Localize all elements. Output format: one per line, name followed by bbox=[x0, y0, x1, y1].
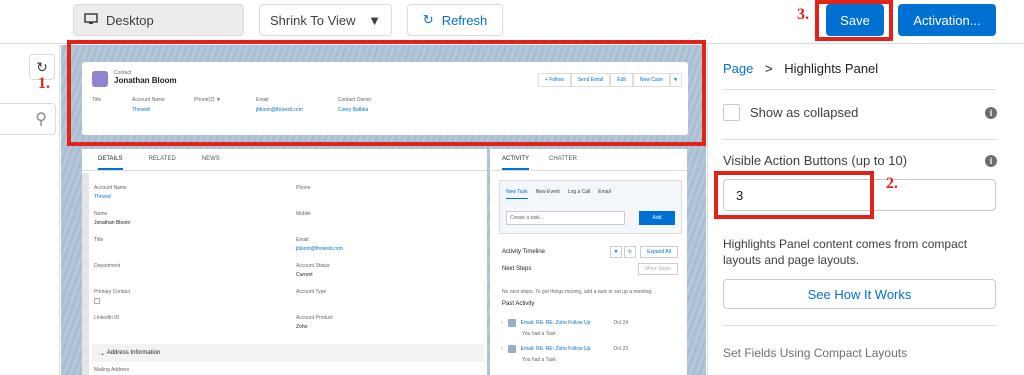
record-detail-card: DETAILS RELATED NEWS Account Name Thrive… bbox=[82, 149, 487, 375]
annotation-number-3: 3. bbox=[797, 6, 809, 23]
tab-related[interactable]: RELATED bbox=[149, 156, 176, 170]
past-activity-label: Past Activity bbox=[502, 301, 535, 307]
tab-details[interactable]: DETAILS bbox=[98, 156, 123, 170]
vab-label: Visible Action Buttons (up to 10) bbox=[723, 153, 908, 168]
address-section-header[interactable]: ⌄ Address Information bbox=[92, 344, 484, 362]
show-collapsed-row: Show as collapsed bbox=[723, 104, 858, 121]
field-account-type: Account Type bbox=[296, 289, 327, 295]
see-how-it-works-button[interactable]: See How It Works bbox=[723, 279, 996, 309]
primary-contact-checkbox bbox=[94, 298, 100, 304]
chevron-right-icon: › bbox=[501, 320, 503, 326]
field-linkedin: LinkedIn ID bbox=[94, 315, 120, 321]
tab-news[interactable]: NEWS bbox=[202, 156, 220, 170]
activity-timeline-label: Activity Timeline bbox=[502, 249, 546, 255]
refresh-icon[interactable]: ↻ bbox=[624, 246, 636, 258]
refresh-label: Refresh bbox=[441, 12, 488, 28]
device-selector[interactable]: Desktop bbox=[73, 4, 244, 36]
email-icon bbox=[507, 345, 516, 353]
tab-activity[interactable]: ACTIVITY bbox=[502, 156, 530, 170]
refresh-button[interactable]: ↻ Refresh bbox=[407, 4, 503, 36]
annotation-box-1 bbox=[67, 40, 706, 146]
field-mobile: Mobile bbox=[296, 211, 311, 217]
divider bbox=[723, 139, 996, 140]
detail-tabs: DETAILS RELATED NEWS bbox=[82, 149, 487, 171]
breadcrumb: Page > Highlights Panel bbox=[723, 61, 878, 76]
activation-button[interactable]: Activation... bbox=[898, 4, 996, 36]
filter-icon[interactable]: ▼ bbox=[610, 246, 622, 258]
activity-sub: You had a Task bbox=[522, 357, 556, 363]
annotation-number-2: 2. bbox=[886, 175, 898, 192]
chevron-right-icon: › bbox=[501, 346, 503, 352]
field-name: Name Jonathan Bloom bbox=[94, 211, 131, 226]
activity-sub: You had a Task bbox=[522, 331, 556, 337]
field-account-product: Account Product Zoho bbox=[296, 315, 333, 330]
email-icon bbox=[507, 319, 516, 327]
activity-tabs: ACTIVITY CHATTER bbox=[490, 149, 687, 171]
next-steps-label: Next Steps bbox=[502, 266, 532, 272]
activity-item[interactable]: › Email: RE: RE: Zoho Follow Up Oct 24 bbox=[501, 319, 628, 327]
scrollbar[interactable] bbox=[82, 173, 89, 375]
no-steps-text: No next steps. To get things moving, add… bbox=[502, 289, 653, 295]
help-text: Highlights Panel content comes from comp… bbox=[723, 237, 968, 267]
breadcrumb-current: Highlights Panel bbox=[784, 61, 879, 76]
expand-all-button[interactable]: Expand All bbox=[640, 246, 678, 258]
more-steps-button[interactable]: More Steps bbox=[638, 263, 678, 275]
component-pane: ↻ ⚲ bbox=[0, 45, 60, 375]
breadcrumb-page-link[interactable]: Page bbox=[723, 61, 753, 76]
subtab-new-task[interactable]: New Task bbox=[506, 189, 528, 199]
chevron-down-icon: ⌄ bbox=[100, 350, 107, 357]
refresh-icon: ↻ bbox=[422, 12, 434, 27]
task-input[interactable]: Create a task... bbox=[506, 211, 625, 225]
show-collapsed-label: Show as collapsed bbox=[750, 105, 859, 120]
subtab-new-event[interactable]: New Event bbox=[536, 189, 560, 199]
breadcrumb-separator: > bbox=[765, 61, 773, 76]
show-collapsed-checkbox[interactable] bbox=[723, 104, 740, 121]
field-email: Email jbloom@thrivedi.com bbox=[296, 237, 343, 252]
section-title: Address Information bbox=[106, 350, 161, 356]
component-search-input[interactable]: ⚲ bbox=[0, 103, 56, 135]
field-phone: Phone bbox=[296, 185, 311, 191]
info-icon[interactable]: i bbox=[985, 155, 997, 167]
divider bbox=[723, 89, 996, 90]
field-primary-contact: Primary Contact bbox=[94, 289, 130, 304]
add-task-button[interactable]: Add bbox=[639, 211, 675, 225]
device-label: Desktop bbox=[106, 12, 154, 28]
annotation-box-3 bbox=[815, 0, 893, 41]
composer-tabs: New Task New Event Log a Call Email bbox=[500, 181, 681, 199]
field-account-name: Account Name Thrived bbox=[94, 185, 127, 200]
activity-item[interactable]: › Email: RE: RE: Zoho Follow Up Oct 23 bbox=[501, 345, 628, 353]
field-account-status: Account Status Current bbox=[296, 263, 330, 278]
annotation-number-1: 1. bbox=[38, 75, 50, 92]
annotation-box-2 bbox=[714, 171, 874, 219]
field-mailing-address: Mailing Address bbox=[94, 367, 130, 373]
chevron-down-icon: ▼ bbox=[368, 12, 381, 28]
search-icon: ⚲ bbox=[35, 111, 47, 128]
activity-card: ACTIVITY CHATTER New Task New Event Log … bbox=[490, 149, 687, 375]
subtab-log-call[interactable]: Log a Call bbox=[568, 189, 591, 199]
refresh-icon: ↻ bbox=[36, 58, 48, 75]
field-title: Title bbox=[94, 237, 104, 243]
tab-chatter[interactable]: CHATTER bbox=[549, 156, 577, 170]
desktop-icon bbox=[84, 12, 98, 28]
divider bbox=[723, 325, 996, 326]
activity-composer: New Task New Event Log a Call Email Crea… bbox=[499, 180, 682, 234]
subtab-email[interactable]: Email bbox=[598, 189, 611, 199]
set-fields-link[interactable]: Set Fields Using Compact Layouts bbox=[723, 346, 907, 360]
view-mode-select[interactable]: Shrink To View ▼ bbox=[259, 4, 392, 36]
field-department: Department bbox=[94, 263, 121, 269]
view-mode-label: Shrink To View bbox=[270, 12, 356, 28]
info-icon[interactable]: i bbox=[985, 107, 997, 119]
